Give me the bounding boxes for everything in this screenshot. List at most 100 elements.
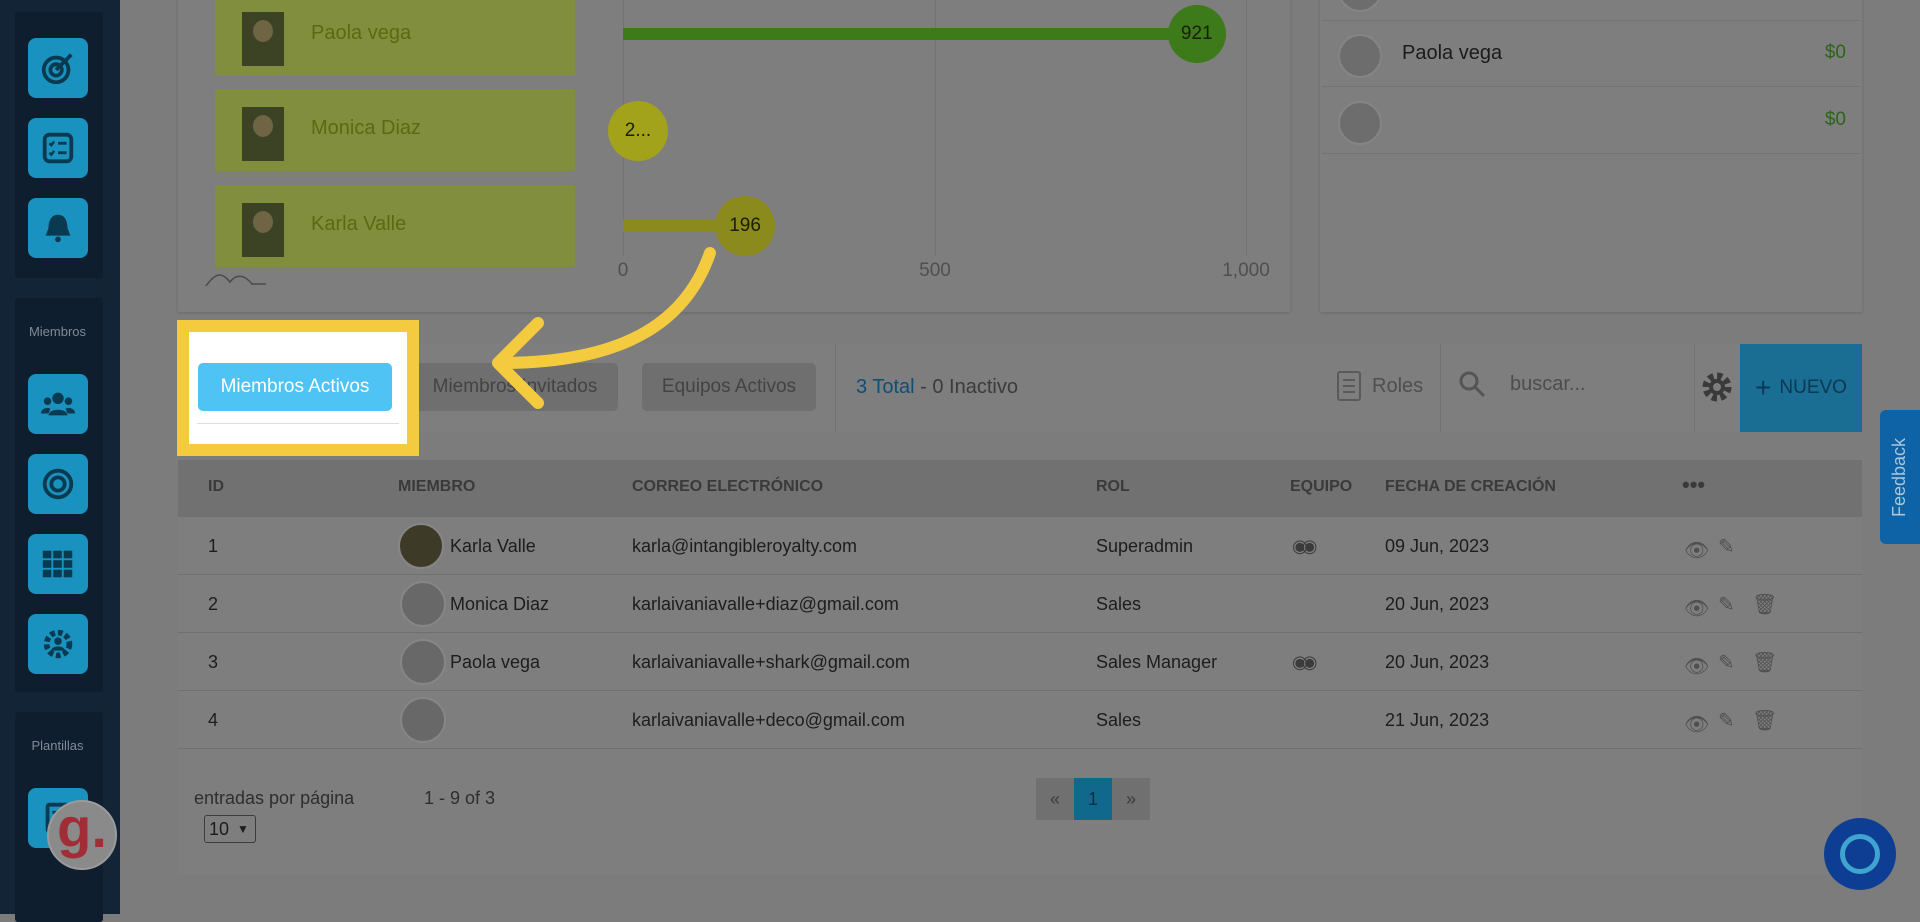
toolbar-divider xyxy=(835,344,836,432)
users-icon xyxy=(40,392,76,416)
avatar xyxy=(1338,0,1382,12)
roles-button[interactable]: Roles xyxy=(1336,370,1423,402)
avatar xyxy=(398,523,444,569)
earnings-member-name: Paola vega xyxy=(1402,42,1503,64)
view-icon[interactable]: 👁 xyxy=(1684,712,1709,737)
column-header-email[interactable]: CORREO ELECTRÓNICO xyxy=(632,478,823,496)
chart-row-name: Monica Diaz xyxy=(311,117,422,139)
sidebar: Miembros Plantillas xyxy=(0,0,120,922)
objectives-button[interactable] xyxy=(28,454,88,514)
chart-row: Monica Diaz xyxy=(215,89,575,171)
bell-icon xyxy=(45,214,71,243)
avatar xyxy=(400,697,446,743)
cell-member[interactable]: Paola vega xyxy=(450,652,540,673)
earnings-amount: $0 xyxy=(1824,109,1846,130)
team-avatars-icon: ◉◉ xyxy=(1292,652,1318,672)
app-logo-letter: g. xyxy=(57,796,107,859)
chart-grid-line xyxy=(1246,0,1247,255)
column-header-id[interactable]: ID xyxy=(208,478,224,496)
member-photo xyxy=(242,12,284,66)
column-header-team[interactable]: EQUIPO xyxy=(1290,478,1352,496)
cell-id: 3 xyxy=(208,652,219,672)
chat-icon xyxy=(1840,834,1880,874)
chart-tick-label: 1,000 xyxy=(1222,260,1270,281)
new-member-button[interactable]: + NUEVO xyxy=(1740,344,1862,432)
sidebar-section-members: Miembros xyxy=(28,324,87,339)
edit-icon[interactable]: ✎ xyxy=(1718,650,1735,675)
member-photo xyxy=(242,107,284,161)
chart-bar xyxy=(623,28,1197,40)
more-options-icon[interactable]: ••• xyxy=(1682,472,1705,498)
new-button-label: NUEVO xyxy=(1779,377,1847,398)
tab-underline xyxy=(197,423,399,424)
cell-role: Sales xyxy=(1096,710,1142,730)
gear-icon[interactable] xyxy=(1700,370,1734,404)
trash-icon[interactable]: 🗑 xyxy=(1752,592,1777,617)
edit-icon[interactable]: ✎ xyxy=(1718,592,1735,617)
team-avatars-icon: ◉◉ xyxy=(1292,536,1318,556)
edit-icon[interactable]: ✎ xyxy=(1718,534,1735,559)
cell-id: 1 xyxy=(208,536,219,556)
table-row-divider xyxy=(178,748,1862,750)
annotation-arrow-icon xyxy=(492,247,716,409)
goals-button[interactable] xyxy=(28,38,88,98)
cell-created: 21 Jun, 2023 xyxy=(1385,710,1490,730)
trash-icon[interactable]: 🗑 xyxy=(1752,650,1777,675)
column-header-created[interactable]: FECHA DE CREACIÓN xyxy=(1385,478,1556,496)
avatar xyxy=(1338,101,1382,145)
cell-member[interactable]: Monica Diaz xyxy=(450,594,549,615)
view-icon[interactable]: 👁 xyxy=(1684,654,1709,679)
cell-role: Superadmin xyxy=(1096,536,1194,556)
cell-email: karlaivaniavalle+deco@gmail.com xyxy=(632,710,905,730)
avatar xyxy=(400,581,446,627)
view-icon[interactable]: 👁 xyxy=(1684,596,1709,621)
search-input[interactable] xyxy=(1508,371,1672,397)
search-box xyxy=(1458,370,1672,398)
chart-sparkline-icon xyxy=(205,274,266,287)
chart-row-name: Paola vega xyxy=(311,22,412,44)
team-settings-button[interactable] xyxy=(28,614,88,674)
cell-email: karlaivaniavalle+diaz@gmail.com xyxy=(632,594,899,614)
page-size-select[interactable]: 10 ▼ xyxy=(204,815,256,843)
inactive-count: 0 Inactivo xyxy=(932,376,1018,398)
chat-launcher-button[interactable] xyxy=(1824,818,1896,890)
cell-id: 2 xyxy=(208,594,219,614)
column-header-role[interactable]: ROL xyxy=(1096,478,1130,496)
cell-email: karlaivaniavalle+shark@gmail.com xyxy=(632,652,910,672)
circle-target-icon xyxy=(42,468,74,500)
checklist-icon xyxy=(42,132,74,164)
earnings-row: $0 xyxy=(1322,87,1860,154)
document-icon xyxy=(1337,371,1361,401)
cell-role: Sales xyxy=(1096,594,1142,614)
chart-tick-label: 500 xyxy=(919,260,951,281)
edit-icon[interactable]: ✎ xyxy=(1718,708,1735,733)
feedback-tab[interactable]: Feedback xyxy=(1880,410,1920,544)
chart-row-name: Karla Valle xyxy=(311,213,407,235)
apps-button[interactable] xyxy=(28,534,88,594)
chevron-down-icon: ▼ xyxy=(237,822,249,836)
gear-users-icon xyxy=(43,629,73,659)
tab-active-members[interactable]: Miembros Activos xyxy=(198,363,392,411)
roles-label: Roles xyxy=(1372,374,1424,397)
app-logo-badge[interactable]: g. xyxy=(47,800,117,870)
total-count: 3 Total xyxy=(856,376,915,398)
target-icon xyxy=(41,53,73,85)
feedback-label: Feedback xyxy=(1889,437,1910,517)
avatar xyxy=(400,639,446,685)
view-icon[interactable]: 👁 xyxy=(1684,538,1709,563)
pagination-range: 1 - 9 of 3 xyxy=(424,788,496,808)
prev-page-button[interactable]: « xyxy=(1036,778,1074,820)
tasks-button[interactable] xyxy=(28,118,88,178)
trash-icon[interactable]: 🗑 xyxy=(1752,708,1777,733)
column-header-member[interactable]: MIEMBRO xyxy=(398,478,475,496)
plus-icon: + xyxy=(1755,372,1772,403)
chart-row: Paola vega xyxy=(215,0,575,76)
current-page-button[interactable]: 1 xyxy=(1074,778,1112,820)
next-page-button[interactable]: » xyxy=(1112,778,1150,820)
cell-member[interactable]: Karla Valle xyxy=(450,536,536,557)
earnings-row xyxy=(1322,0,1860,21)
page-size-value: 10 xyxy=(209,818,230,839)
members-button[interactable] xyxy=(28,374,88,434)
entries-per-page-label: entradas por página xyxy=(194,788,355,808)
notifications-button[interactable] xyxy=(28,198,88,258)
